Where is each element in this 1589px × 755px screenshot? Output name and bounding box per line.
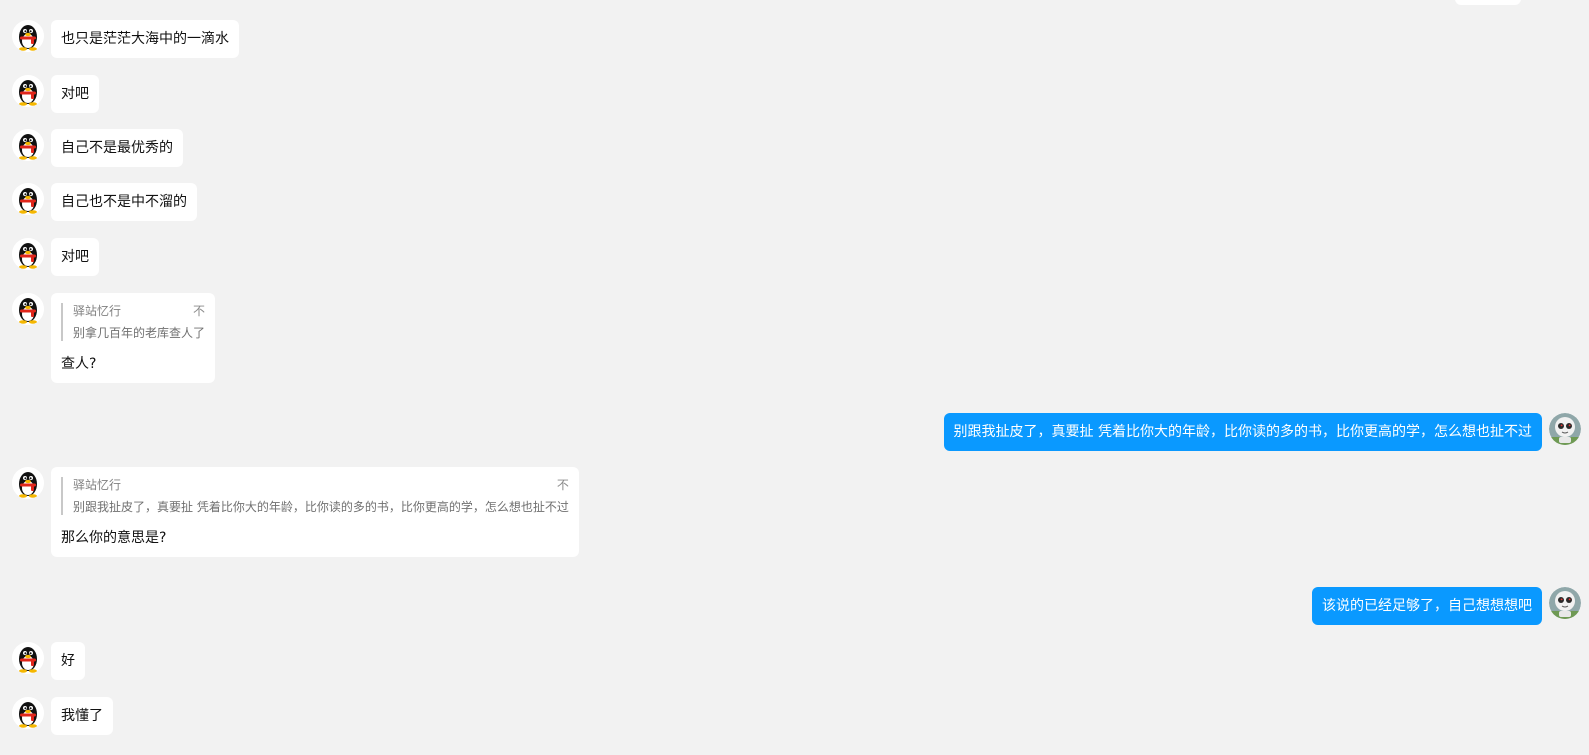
message-row: 该说的已经足够了，自己想想想吧 xyxy=(1312,587,1581,625)
quoted-sender-name: 驿站忆行 xyxy=(73,478,122,492)
penguin-avatar-icon xyxy=(12,75,44,107)
reply-message-bubble[interactable]: 驿站忆行 不 别拿几百年的老库查人了 查人? xyxy=(51,293,216,383)
contact-avatar[interactable] xyxy=(12,697,44,729)
message-row: 驿站忆行 不 别拿几百年的老库查人了 查人? xyxy=(12,293,216,383)
contact-avatar[interactable] xyxy=(12,238,44,270)
penguin-avatar-icon xyxy=(12,238,44,270)
message-row: 好 xyxy=(12,642,85,680)
contact-avatar[interactable] xyxy=(12,75,44,107)
chat-message-list[interactable]: 也只是茫茫大海中的一滴水 对吧 自己不是最优秀的 自己也不是中不溜的 对吧 驿站… xyxy=(0,0,1589,755)
penguin-avatar-icon xyxy=(12,642,44,674)
quoted-message[interactable]: 驿站忆行 不 别跟我扯皮了，真要扯 凭着比你大的年龄，比你读的多的书，比你更高的… xyxy=(61,477,569,515)
quoted-sender-name: 驿站忆行 xyxy=(73,304,122,318)
message-row: 自己不是最优秀的 xyxy=(12,129,183,167)
message-bubble[interactable]: 别跟我扯皮了，真要扯 凭着比你大的年龄，比你读的多的书，比你更高的学，怎么想也扯… xyxy=(943,413,1542,451)
message-row: 也只是茫茫大海中的一滴水 xyxy=(12,20,239,58)
message-row: 别跟我扯皮了，真要扯 凭着比你大的年龄，比你读的多的书，比你更高的学，怎么想也扯… xyxy=(943,413,1581,451)
cartoon-face-avatar-icon xyxy=(1549,587,1581,619)
contact-avatar[interactable] xyxy=(12,467,44,499)
message-bubble[interactable]: 该说的已经足够了，自己想想想吧 xyxy=(1312,587,1542,625)
message-row: 对吧 xyxy=(12,75,99,113)
penguin-avatar-icon xyxy=(12,467,44,499)
quoted-text: 别拿几百年的老库查人了 xyxy=(73,326,206,340)
penguin-avatar-icon xyxy=(12,293,44,325)
message-bubble[interactable]: 自己不是最优秀的 xyxy=(51,129,183,167)
quoted-more-label: 不 xyxy=(193,304,206,318)
cartoon-face-avatar-icon xyxy=(1549,413,1581,445)
contact-avatar[interactable] xyxy=(12,20,44,52)
message-bubble[interactable]: 我懂了 xyxy=(51,697,113,735)
message-row: 对吧 xyxy=(12,238,99,276)
reply-text: 那么你的意思是? xyxy=(61,530,167,546)
quoted-text: 别跟我扯皮了，真要扯 凭着比你大的年龄，比你读的多的书，比你更高的学，怎么想也扯… xyxy=(73,500,569,514)
self-avatar[interactable] xyxy=(1549,413,1581,445)
penguin-avatar-icon xyxy=(12,697,44,729)
penguin-avatar-icon xyxy=(12,183,44,215)
contact-avatar[interactable] xyxy=(12,642,44,674)
reply-text: 查人? xyxy=(61,356,97,372)
contact-avatar[interactable] xyxy=(12,129,44,161)
penguin-avatar-icon xyxy=(12,20,44,52)
contact-avatar[interactable] xyxy=(12,183,44,215)
message-bubble[interactable]: 也只是茫茫大海中的一滴水 xyxy=(51,20,239,58)
reply-message-bubble[interactable]: 驿站忆行 不 别跟我扯皮了，真要扯 凭着比你大的年龄，比你读的多的书，比你更高的… xyxy=(51,467,579,557)
message-row: 自己也不是中不溜的 xyxy=(12,183,197,221)
self-avatar[interactable] xyxy=(1549,587,1581,619)
message-bubble[interactable]: 好 xyxy=(51,642,85,680)
quoted-message[interactable]: 驿站忆行 不 别拿几百年的老库查人了 xyxy=(61,303,205,341)
message-bubble[interactable]: 对吧 xyxy=(51,238,99,276)
contact-avatar[interactable] xyxy=(12,293,44,325)
message-row: 我懂了 xyxy=(12,697,113,735)
penguin-avatar-icon xyxy=(12,129,44,161)
message-bubble[interactable]: 自己也不是中不溜的 xyxy=(51,183,197,221)
message-bubble[interactable]: 对吧 xyxy=(51,75,99,113)
quoted-more-label: 不 xyxy=(556,478,569,492)
partial-message-bubble xyxy=(1455,0,1521,5)
message-row: 驿站忆行 不 别跟我扯皮了，真要扯 凭着比你大的年龄，比你读的多的书，比你更高的… xyxy=(12,467,579,557)
